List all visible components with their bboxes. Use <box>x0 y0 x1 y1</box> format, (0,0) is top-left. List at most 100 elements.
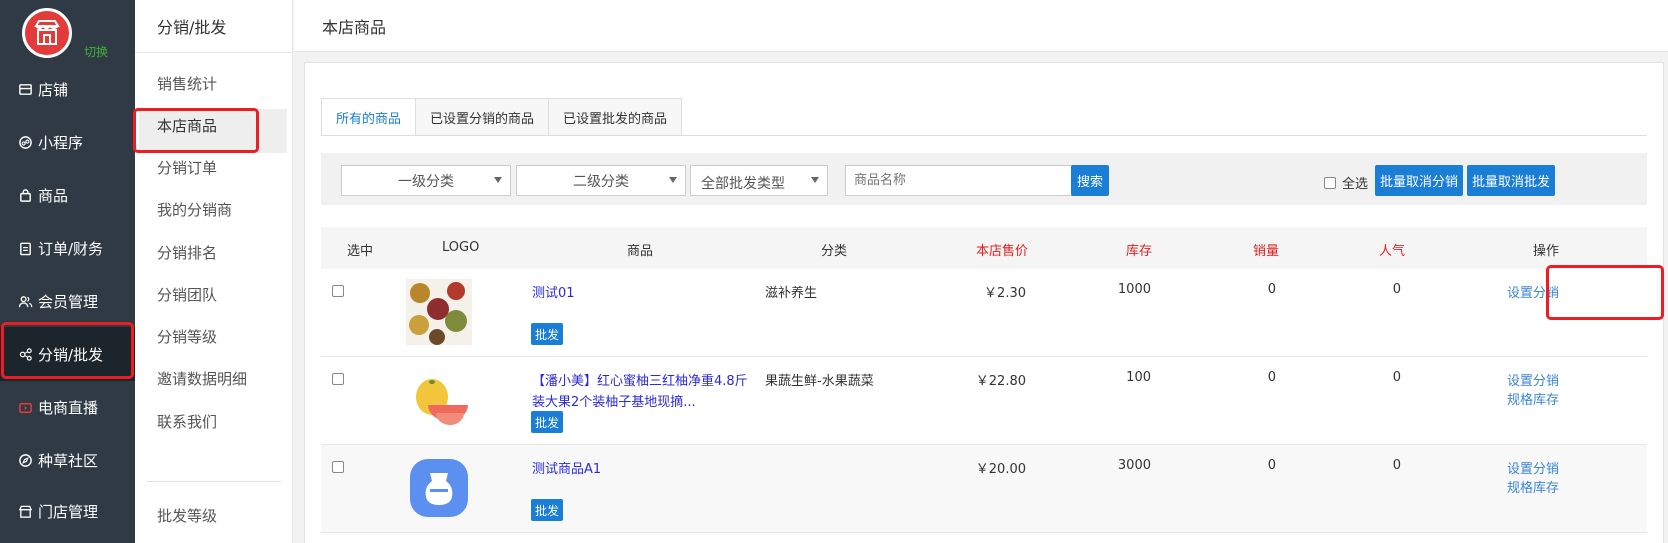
bag-icon <box>18 188 33 203</box>
category2-select[interactable]: 二级分类 <box>516 165 686 196</box>
subnav-item-store-products[interactable]: 本店商品 <box>157 115 217 136</box>
tab-bar: 所有的商品 已设置分销的商品 已设置批发的商品 <box>321 98 683 136</box>
product-name-input[interactable] <box>845 165 1093 196</box>
spec-stock-link[interactable]: 规格库存 <box>1507 389 1559 408</box>
nav-label: 种草社区 <box>38 451 99 470</box>
page-title: 本店商品 <box>322 18 387 37</box>
tabs-underline <box>321 135 1647 136</box>
table-row: 【潘小美】红心蜜柚三红柚净重4.8斤 装大果2个装柚子基地现摘... 批发 果蔬… <box>321 357 1647 445</box>
row-checkbox[interactable] <box>332 373 344 385</box>
wholesale-type-value: 全部批发类型 <box>701 175 785 192</box>
row-checkbox[interactable] <box>332 461 344 473</box>
subnav-item-dist-team[interactable]: 分销团队 <box>157 284 217 305</box>
nav-label: 订单/财务 <box>38 239 104 258</box>
caret-down-icon <box>811 177 819 183</box>
nav-item-store[interactable]: 店铺 <box>0 62 135 116</box>
col-popularity: 人气 <box>1379 244 1406 259</box>
filter-bar: 一级分类 二级分类 全部批发类型 搜索 全选 批量取消分销 批量取消批发 <box>321 153 1647 205</box>
product-image-spices <box>406 279 472 345</box>
col-stock: 库存 <box>1126 244 1153 259</box>
nav-label: 门店管理 <box>38 502 99 521</box>
caret-down-icon <box>494 177 502 183</box>
col-price: 本店售价 <box>976 244 1029 259</box>
spec-stock-link[interactable]: 规格库存 <box>1507 477 1559 496</box>
subnav-item-wholesale-level[interactable]: 批发等级 <box>157 505 217 526</box>
product-price: ￥22.80 <box>975 374 1026 389</box>
nav-item-products[interactable]: 商品 <box>0 168 135 222</box>
product-sales: 0 <box>1267 282 1276 297</box>
product-image-pomelo <box>406 367 472 433</box>
nav-item-shops[interactable]: 门店管理 <box>0 484 135 538</box>
set-distribution-link[interactable]: 设置分销 <box>1507 370 1559 389</box>
miniapp-icon <box>18 135 33 150</box>
subnav-title: 分销/批发 <box>157 18 227 37</box>
subnav-item-sales-stats[interactable]: 销售统计 <box>157 73 217 94</box>
subnav-item-contact[interactable]: 联系我们 <box>157 411 217 432</box>
clipboard-icon <box>18 241 33 256</box>
product-popularity: 0 <box>1392 282 1401 297</box>
tab-all-products[interactable]: 所有的商品 <box>321 98 417 136</box>
row-checkbox[interactable] <box>332 285 344 297</box>
nav-label: 店铺 <box>38 80 69 99</box>
product-image-app-icon <box>410 459 468 517</box>
category2-value: 二级分类 <box>573 173 629 190</box>
col-category: 分类 <box>821 244 848 259</box>
product-sales: 0 <box>1267 370 1276 385</box>
col-select: 选中 <box>347 244 374 259</box>
bulk-cancel-wholesale-button[interactable]: 批量取消批发 <box>1467 165 1555 196</box>
compass-icon <box>18 453 33 468</box>
select-all-checkbox[interactable] <box>1324 176 1336 189</box>
main-panel: 所有的商品 已设置分销的商品 已设置批发的商品 一级分类 二级分类 全部批发类型… <box>304 62 1664 543</box>
select-all[interactable]: 全选 <box>1324 173 1368 192</box>
product-price: ￥2.30 <box>984 286 1026 301</box>
nav-label: 分销/批发 <box>38 345 104 364</box>
product-name-link[interactable]: 测试01 <box>532 282 575 301</box>
bulk-cancel-dist-button[interactable]: 批量取消分销 <box>1375 165 1463 196</box>
nav-item-members[interactable]: 会员管理 <box>0 274 135 328</box>
tab-dist-products[interactable]: 已设置分销的商品 <box>415 98 550 136</box>
category1-select[interactable]: 一级分类 <box>341 165 511 196</box>
wholesale-tag: 批发 <box>531 411 564 433</box>
wholesale-tag: 批发 <box>531 323 564 345</box>
product-category: 果蔬生鲜-水果蔬菜 <box>765 374 874 389</box>
subnav-item-dist-level[interactable]: 分销等级 <box>157 326 217 347</box>
select-all-label: 全选 <box>1342 177 1369 192</box>
nav-item-miniapp[interactable]: 小程序 <box>0 115 135 169</box>
subnav-item-invite-data[interactable]: 邀请数据明细 <box>157 368 247 389</box>
nav-label: 电商直播 <box>38 398 99 417</box>
product-name-link[interactable]: 【潘小美】红心蜜柚三红柚净重4.8斤 <box>532 370 748 389</box>
shop-icon <box>18 504 33 519</box>
wholesale-type-select[interactable]: 全部批发类型 <box>690 165 828 196</box>
divider <box>135 52 293 53</box>
wholesale-tag: 批发 <box>531 499 564 521</box>
live-icon <box>18 400 33 415</box>
switch-link[interactable]: 切换 <box>84 43 108 60</box>
product-popularity: 0 <box>1392 370 1401 385</box>
subnav-item-my-distributors[interactable]: 我的分销商 <box>157 199 232 220</box>
nav-item-live[interactable]: 电商直播 <box>0 380 135 434</box>
set-distribution-link[interactable]: 设置分销 <box>1507 458 1559 477</box>
table-row: 测试01 批发 滋补养生 ￥2.30 1000 0 0 设置分销 <box>321 269 1647 357</box>
set-distribution-link[interactable]: 设置分销 <box>1507 282 1559 301</box>
product-name-link-line2[interactable]: 装大果2个装柚子基地现摘... <box>532 391 696 410</box>
product-stock: 3000 <box>1117 458 1151 473</box>
subnav-item-dist-ranking[interactable]: 分销排名 <box>157 242 217 263</box>
nav-label: 小程序 <box>38 133 84 152</box>
search-button[interactable]: 搜索 <box>1071 165 1109 196</box>
product-name-link[interactable]: 测试商品A1 <box>532 458 601 477</box>
store-icon <box>18 82 33 97</box>
product-popularity: 0 <box>1392 458 1401 473</box>
product-category: 滋补养生 <box>765 286 818 301</box>
col-actions: 操作 <box>1533 244 1560 259</box>
tab-wholesale-products[interactable]: 已设置批发的商品 <box>548 98 683 136</box>
nav-item-orders[interactable]: 订单/财务 <box>0 221 135 275</box>
nav-item-distribution[interactable]: 分销/批发 <box>0 327 135 381</box>
nav-item-community[interactable]: 种草社区 <box>0 433 135 487</box>
nav-label: 会员管理 <box>38 292 99 311</box>
caret-down-icon <box>669 177 677 183</box>
product-stock: 1000 <box>1117 282 1151 297</box>
main-sidebar: 切换 店铺 小程序 商品 订单/财务 会员管理 分销/批发 电商直播 种草社区 … <box>0 0 135 543</box>
subnav-item-dist-orders[interactable]: 分销订单 <box>157 157 217 178</box>
store-logo[interactable] <box>22 8 72 58</box>
product-stock: 100 <box>1126 370 1151 385</box>
